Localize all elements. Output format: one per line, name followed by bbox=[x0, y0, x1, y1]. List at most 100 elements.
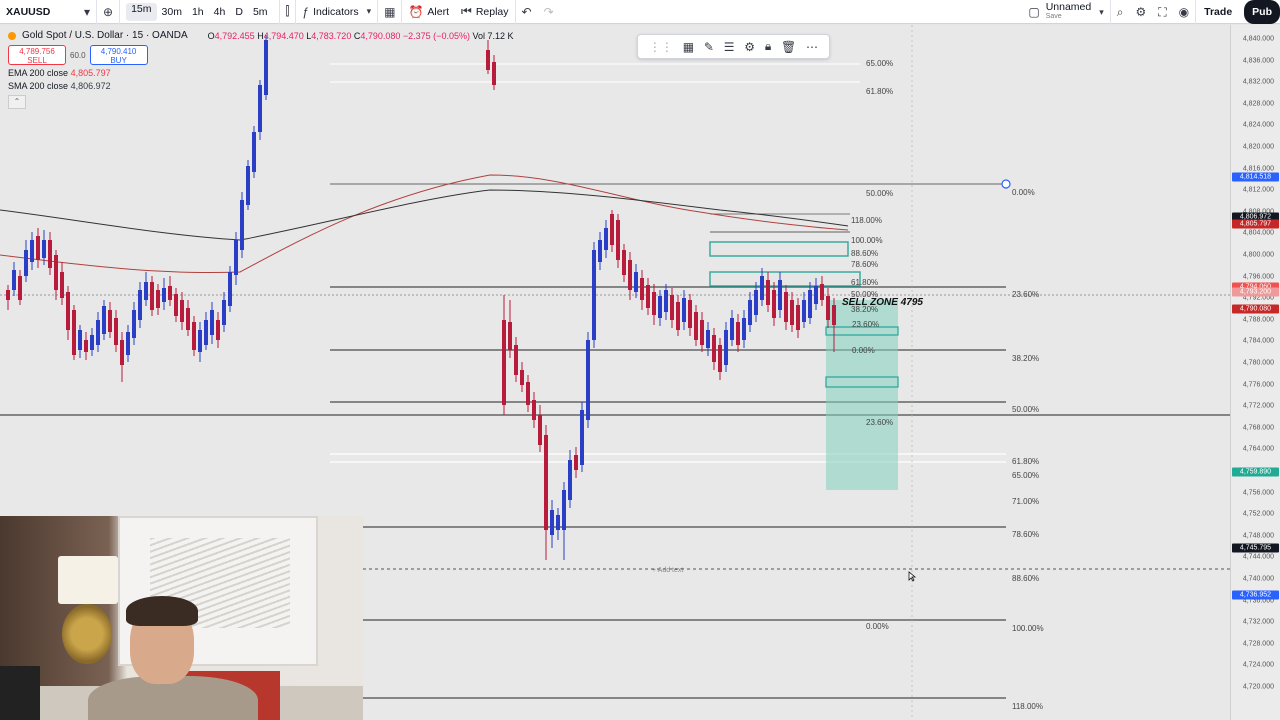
fib-level-label: 78.60% bbox=[851, 260, 878, 269]
lock-icon[interactable]: 🔒︎ bbox=[765, 39, 771, 54]
drawing-toolbar: ⋮⋮ ▦ ✎ ☰ ⚙ 🔒︎ 🗑︎ ⋯ bbox=[637, 34, 830, 59]
price-tag: 4,790.080 bbox=[1232, 304, 1279, 314]
search-icon: ⌕ bbox=[1116, 4, 1124, 19]
fib-level-label: 61.80% bbox=[1012, 457, 1039, 466]
more-icon[interactable]: ⋯ bbox=[806, 40, 818, 54]
price-tag: 4,745.795 bbox=[1232, 543, 1279, 553]
fib-level-label: 50.00% bbox=[851, 290, 878, 299]
candle-body bbox=[6, 290, 10, 300]
price-axis[interactable]: 4,840.000 4,836.000 4,832.000 4,828.000 4,82… bbox=[1230, 25, 1280, 720]
price-tick-label: 4,836.000 bbox=[1242, 57, 1274, 65]
candle-body bbox=[234, 240, 238, 275]
compare-button[interactable]: ⊕ bbox=[96, 0, 119, 24]
price-tick-label: 4,840.000 bbox=[1242, 35, 1274, 43]
buy-button[interactable]: 4,790.410 BUY bbox=[89, 45, 148, 65]
symbol-dropdown[interactable]: ▾ bbox=[78, 0, 96, 24]
fib-level-label: 65.00% bbox=[866, 59, 893, 68]
alarm-icon: ⏰ bbox=[408, 4, 424, 19]
fib-level-label: 100.00% bbox=[851, 236, 883, 245]
layout-square-icon: ▢ bbox=[1028, 5, 1040, 19]
symbol-search[interactable]: XAUUSD bbox=[0, 0, 78, 24]
fullscreen-icon: ⛶ bbox=[1158, 4, 1167, 19]
candle-body bbox=[700, 320, 704, 345]
fib-level-label: 100.00% bbox=[1012, 624, 1044, 633]
price-tag: 4,793.200 bbox=[1232, 287, 1279, 297]
legend-collapse-button[interactable]: ⌃ bbox=[8, 95, 26, 109]
interval-5m[interactable]: 5m bbox=[248, 6, 273, 18]
settings-button[interactable]: ⚙ bbox=[1129, 0, 1152, 24]
candle-body bbox=[514, 345, 518, 375]
price-tag: 4,736.952 bbox=[1232, 590, 1279, 600]
trade-button[interactable]: Trade bbox=[1195, 0, 1240, 24]
ema-line bbox=[0, 174, 849, 274]
redo-button[interactable]: ↷ bbox=[538, 0, 560, 24]
alert-button[interactable]: ⏰ Alert bbox=[401, 0, 455, 24]
settings-icon[interactable]: ⚙ bbox=[744, 40, 755, 54]
price-tick-label: 4,796.000 bbox=[1242, 273, 1274, 281]
candle-body bbox=[42, 240, 46, 258]
pencil-icon[interactable]: ✎ bbox=[704, 40, 714, 54]
candle-body bbox=[24, 250, 28, 276]
publish-label: Pub bbox=[1252, 6, 1272, 18]
candle-body bbox=[706, 330, 710, 348]
drag-handle-icon[interactable]: ⋮⋮ bbox=[649, 40, 673, 54]
candle-body bbox=[628, 260, 632, 290]
candle-body bbox=[180, 300, 184, 322]
price-tick-label: 4,776.000 bbox=[1242, 381, 1274, 389]
layout-button[interactable]: ▢ Unnamed Save ▾ bbox=[1022, 0, 1109, 24]
fib-level-label: 0.00% bbox=[852, 346, 875, 355]
price-tick-label: 4,764.000 bbox=[1242, 445, 1274, 453]
fullscreen-button[interactable]: ⛶ bbox=[1152, 0, 1172, 24]
candle-body bbox=[246, 166, 250, 205]
legend-title[interactable]: Gold Spot / U.S. Dollar · 15 · OANDA bbox=[22, 30, 188, 41]
webcam-overlay bbox=[0, 516, 363, 720]
candle-body bbox=[688, 300, 692, 328]
candle-body bbox=[784, 292, 788, 322]
candle-body bbox=[676, 302, 680, 330]
sma-value: 4,806.972 bbox=[70, 81, 111, 91]
candle-body bbox=[754, 290, 758, 315]
ohlc-change: −2.375 (−0.05%) bbox=[402, 30, 470, 41]
candle-body bbox=[598, 240, 602, 262]
interval-1h[interactable]: 1h bbox=[187, 6, 209, 18]
candle-body bbox=[538, 415, 542, 445]
candles-icon: ⫿ bbox=[285, 4, 290, 18]
quick-search-button[interactable]: ⌕ bbox=[1109, 0, 1130, 24]
interval-15m[interactable]: 15m bbox=[126, 2, 157, 21]
line-style-icon[interactable]: ☰ bbox=[724, 40, 735, 54]
ema-value: 4,805.797 bbox=[70, 68, 111, 78]
fib-level-label: 50.00% bbox=[1012, 405, 1039, 414]
trash-icon[interactable]: 🗑︎ bbox=[781, 40, 796, 54]
interval-D[interactable]: D bbox=[230, 6, 248, 18]
fib-level-label: 38.20% bbox=[851, 305, 878, 314]
candle-body bbox=[192, 322, 196, 350]
template-icon[interactable]: ▦ bbox=[683, 40, 694, 54]
interval-30m[interactable]: 30m bbox=[157, 6, 187, 18]
undo-button[interactable]: ↶ bbox=[514, 0, 538, 24]
chevron-up-icon: ⌃ bbox=[13, 97, 21, 106]
interval-4h[interactable]: 4h bbox=[209, 6, 231, 18]
legend-title-row: Gold Spot / U.S. Dollar · 15 · OANDA O4,… bbox=[8, 30, 514, 41]
candle-body bbox=[640, 278, 644, 300]
publish-button[interactable]: Pub bbox=[1244, 0, 1280, 24]
sell-button[interactable]: 4,789.756 SELL bbox=[8, 45, 66, 65]
right-toolbar: ▢ Unnamed Save ▾ ⌕ ⚙ ⛶ ◉ Trade Pub bbox=[1022, 0, 1280, 24]
mouse-cursor-icon bbox=[908, 571, 917, 582]
price-tick-label: 4,832.000 bbox=[1242, 78, 1274, 86]
replay-button[interactable]: ⏮ Replay bbox=[455, 0, 515, 24]
indicator-sma[interactable]: SMA 200 close 4,806.972 bbox=[8, 81, 514, 91]
templates-button[interactable]: ▦ bbox=[377, 0, 401, 24]
candle-body bbox=[634, 272, 638, 292]
indicator-ema[interactable]: EMA 200 close 4,805.797 bbox=[8, 68, 514, 78]
chart-type-button[interactable]: ⫿ bbox=[278, 0, 296, 24]
fib-level-label: 23.60% bbox=[866, 418, 893, 427]
candle-body bbox=[730, 318, 734, 340]
interval-group: 15m 30m 1h 4h D 5m bbox=[119, 0, 278, 24]
fib-level-label: 0.00% bbox=[1012, 188, 1035, 197]
rewind-icon: ⏮ bbox=[461, 4, 472, 18]
candle-body bbox=[694, 312, 698, 340]
snapshot-button[interactable]: ◉ bbox=[1173, 0, 1195, 24]
price-tick-label: 4,720.000 bbox=[1242, 683, 1274, 691]
indicators-button[interactable]: ƒ Indicators ▾ bbox=[295, 0, 377, 24]
buy-label: BUY bbox=[110, 56, 127, 65]
